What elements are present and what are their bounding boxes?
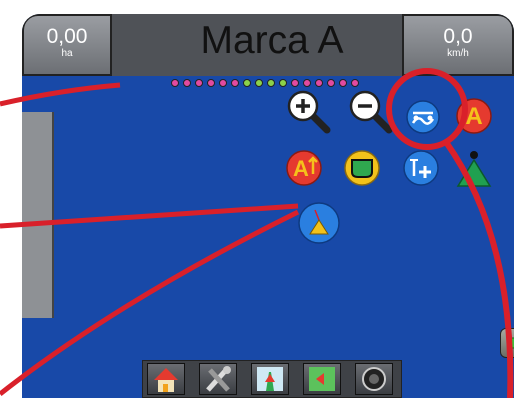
boom-section-dot xyxy=(267,79,275,87)
zoom-in-icon[interactable] xyxy=(287,90,331,134)
next-screen-button[interactable] xyxy=(500,328,514,358)
boom-section-indicator xyxy=(171,79,371,87)
speed-unit: km/h xyxy=(447,48,469,59)
boom-section-dot xyxy=(171,79,179,87)
speed-readout[interactable]: 0,0 km/h xyxy=(402,14,514,76)
boom-section-dot xyxy=(291,79,299,87)
map-screen-button[interactable] xyxy=(303,363,341,395)
camera-icon xyxy=(362,367,386,391)
zoom-out-icon[interactable] xyxy=(349,90,393,134)
boom-section-dot xyxy=(303,79,311,87)
bottom-navigation xyxy=(142,360,402,398)
console-screen: 0,00 ha Marca A 0,0 km/h A A xyxy=(22,14,514,398)
boom-section-dot xyxy=(243,79,251,87)
home-button[interactable] xyxy=(147,363,185,395)
boom-section-dot xyxy=(351,79,359,87)
area-unit: ha xyxy=(61,48,73,59)
boom-section-dot xyxy=(195,79,203,87)
mark-a-icon[interactable]: A xyxy=(456,98,492,134)
side-panel[interactable] xyxy=(22,112,54,318)
map-screen-icon xyxy=(309,367,335,391)
svg-text:A: A xyxy=(465,103,482,130)
boom-section-dot xyxy=(219,79,227,87)
boom-section-dot xyxy=(231,79,239,87)
vehicle-icon[interactable] xyxy=(454,148,494,188)
boom-section-dot xyxy=(207,79,215,87)
boom-section-dot xyxy=(327,79,335,87)
area-readout[interactable]: 0,00 ha xyxy=(22,14,112,76)
add-point-icon[interactable] xyxy=(403,150,439,186)
svg-text:A: A xyxy=(293,156,309,181)
mark-a-plus-icon[interactable]: A xyxy=(286,150,322,186)
home-icon xyxy=(154,368,178,392)
boom-section-dot xyxy=(315,79,323,87)
tools-icon xyxy=(206,366,231,392)
page-title: Marca A xyxy=(200,19,344,62)
boom-section-dot xyxy=(255,79,263,87)
guidance-screen-icon xyxy=(257,367,283,391)
guidance-screen-button[interactable] xyxy=(251,363,289,395)
area-value: 0,00 xyxy=(46,25,88,48)
vehicle-position-icon xyxy=(298,202,340,244)
boom-section-dot xyxy=(339,79,347,87)
boundary-icon[interactable] xyxy=(344,150,380,186)
guidance-mode-icon[interactable] xyxy=(406,100,440,134)
boom-section-dot xyxy=(183,79,191,87)
speed-value: 0,0 xyxy=(443,25,473,48)
tools-button[interactable] xyxy=(199,363,237,395)
boom-section-dot xyxy=(279,79,287,87)
camera-button[interactable] xyxy=(355,363,393,395)
